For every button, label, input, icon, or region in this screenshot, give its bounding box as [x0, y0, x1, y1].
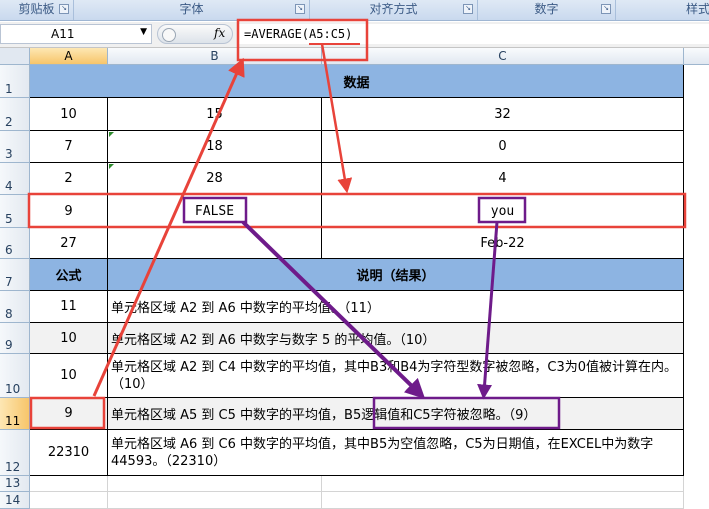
row-header[interactable]: 14	[0, 492, 30, 509]
chevron-down-icon[interactable]: ▼	[140, 27, 147, 37]
column-header-c[interactable]: C	[322, 48, 684, 65]
data-header-cell[interactable]: 数据	[30, 65, 684, 98]
cell-b6[interactable]	[108, 228, 322, 259]
result-description-cell[interactable]: 单元格区域 A2 到 C4 中数字的平均值，其中B3和B4为字符型数字被忽略，C…	[108, 354, 684, 398]
ribbon-group-alignment[interactable]: 对齐方式 ↘	[310, 0, 478, 20]
dialog-launcher-icon[interactable]: ↘	[463, 4, 473, 14]
row-header[interactable]: 10	[0, 354, 30, 398]
ribbon-group-label: 数字	[534, 2, 559, 16]
row-header[interactable]: 11	[0, 398, 30, 430]
ribbon-group-label: 字体	[179, 2, 204, 16]
dialog-launcher-icon[interactable]: ↘	[295, 4, 305, 14]
row-header[interactable]: 3	[0, 131, 30, 163]
ribbon-group-font[interactable]: 字体 ↘	[74, 0, 310, 20]
cell-a4[interactable]: 2	[30, 163, 108, 195]
ribbon-group-clipboard[interactable]: 剪贴板 ↘	[0, 0, 74, 20]
dialog-launcher-icon[interactable]: ↘	[59, 4, 69, 14]
column-header-a[interactable]: A	[30, 48, 108, 65]
row-header[interactable]: 7	[0, 259, 30, 291]
formula-header-cell[interactable]: 公式	[30, 259, 108, 291]
description-header-cell[interactable]: 说明（结果）	[108, 259, 684, 291]
result-value-cell[interactable]: 10	[30, 354, 108, 398]
empty-cell[interactable]	[108, 476, 322, 492]
cell-b3[interactable]: 18	[108, 131, 322, 163]
result-value-cell[interactable]: 22310	[30, 430, 108, 476]
insert-function-icon[interactable]: fx	[214, 26, 225, 40]
cell-c5[interactable]: you	[322, 195, 684, 228]
cell-a3[interactable]: 7	[30, 131, 108, 163]
cell-a5[interactable]: 9	[30, 195, 108, 228]
cell-b4[interactable]: 28	[108, 163, 322, 195]
formula-text: =AVERAGE(A5:C5)	[244, 27, 353, 41]
row-header[interactable]: 4	[0, 163, 30, 195]
result-description-cell[interactable]: 单元格区域 A6 到 C6 中数字的平均值，其中B5为空值忽略，C5为日期值，在…	[108, 430, 684, 476]
name-box[interactable]: A11 ▼	[0, 24, 152, 44]
cell-a6[interactable]: 27	[30, 228, 108, 259]
row-header[interactable]: 8	[0, 291, 30, 323]
number-as-text-indicator-icon[interactable]	[109, 164, 114, 169]
result-description-cell[interactable]: 单元格区域 A2 到 A6 中数字的平均值。（11）	[108, 291, 684, 323]
number-as-text-indicator-icon[interactable]	[109, 132, 114, 137]
column-header-b[interactable]: B	[108, 48, 322, 65]
empty-cell[interactable]	[108, 492, 322, 509]
resize-handle-icon[interactable]	[162, 28, 176, 42]
row-header[interactable]: 1	[0, 65, 30, 98]
cell-c2[interactable]: 32	[322, 98, 684, 131]
row-header[interactable]: 2	[0, 98, 30, 131]
cell-c3[interactable]: 0	[322, 131, 684, 163]
result-description-cell[interactable]: 单元格区域 A2 到 A6 中数字与数字 5 的平均值。（10）	[108, 323, 684, 354]
result-value-cell-selected[interactable]: 9	[30, 398, 108, 430]
ribbon-group-label: 剪贴板	[18, 2, 55, 16]
ribbon-group-label: 样式	[686, 2, 709, 16]
ribbon-group-bar: 剪贴板 ↘ 字体 ↘ 对齐方式 ↘ 数字 ↘ 样式	[0, 0, 709, 21]
ribbon-group-styles[interactable]: 样式	[616, 0, 709, 20]
ribbon-group-number[interactable]: 数字 ↘	[478, 0, 616, 20]
row-header[interactable]: 6	[0, 228, 30, 259]
result-description-cell[interactable]: 单元格区域 A5 到 C5 中数字的平均值，B5逻辑值和C5字符被忽略。（9）	[108, 398, 684, 430]
row-header[interactable]: 13	[0, 476, 30, 492]
row-header[interactable]: 9	[0, 323, 30, 354]
cell-a2[interactable]: 10	[30, 98, 108, 131]
cell-c4[interactable]: 4	[322, 163, 684, 195]
formula-controls: fx	[157, 24, 233, 44]
ribbon-group-label: 对齐方式	[369, 2, 418, 16]
column-header-d[interactable]	[684, 48, 709, 65]
result-value-cell[interactable]: 10	[30, 323, 108, 354]
row-header[interactable]: 5	[0, 195, 30, 228]
name-box-value: A11	[51, 27, 75, 41]
cell-b2[interactable]: 15	[108, 98, 322, 131]
result-value-cell[interactable]: 11	[30, 291, 108, 323]
dialog-launcher-icon[interactable]: ↘	[601, 4, 611, 14]
cell-b5[interactable]: FALSE	[108, 195, 322, 228]
formula-bar: A11 ▼ fx =AVERAGE(A5:C5)	[0, 22, 709, 48]
empty-cell[interactable]	[322, 476, 684, 492]
empty-cell[interactable]	[30, 476, 108, 492]
cell-c6[interactable]: Feb-22	[322, 228, 684, 259]
empty-cell[interactable]	[30, 492, 108, 509]
select-all-corner[interactable]	[0, 48, 30, 65]
row-header[interactable]: 12	[0, 430, 30, 476]
empty-cell[interactable]	[322, 492, 684, 509]
formula-input[interactable]: =AVERAGE(A5:C5)	[238, 24, 709, 44]
